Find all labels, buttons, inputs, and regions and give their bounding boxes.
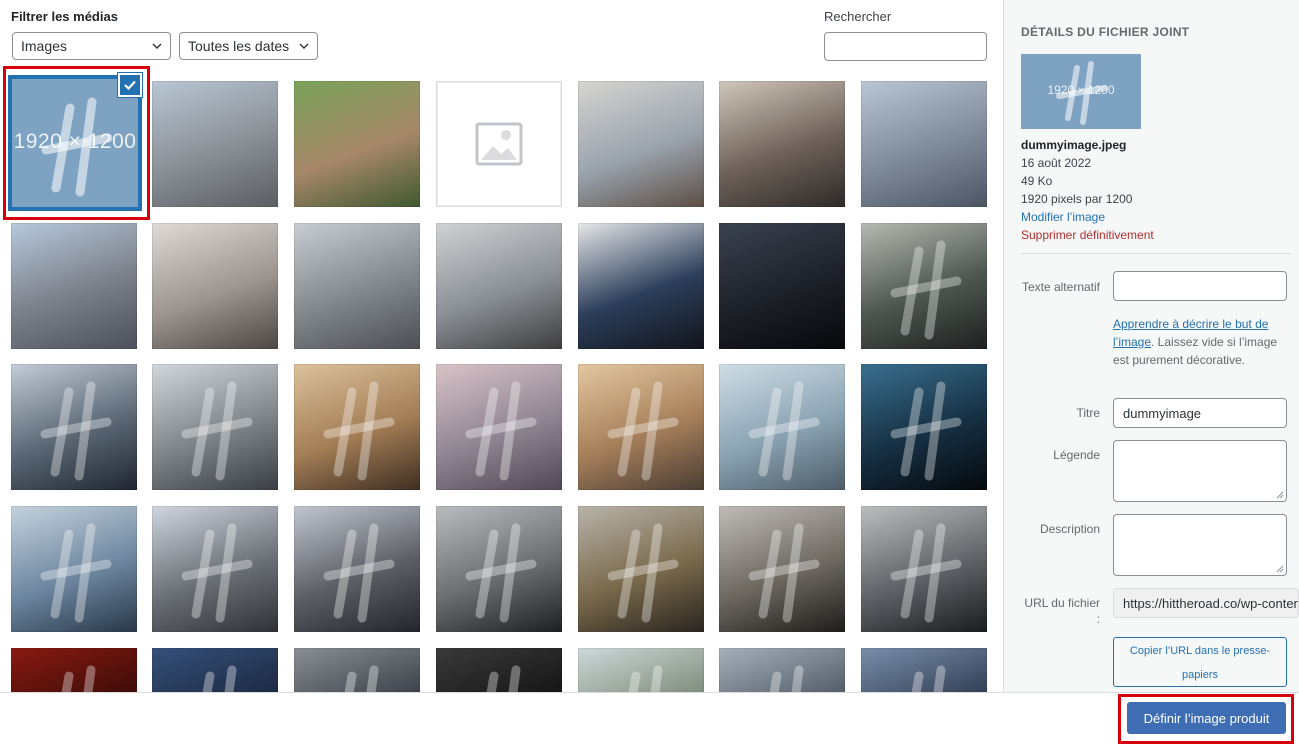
title-label: Titre: [1076, 406, 1100, 420]
date-select[interactable]: Toutes les dates: [179, 32, 318, 60]
watermark-icon: [344, 665, 379, 692]
edit-image-link[interactable]: Modifier l’image: [1021, 208, 1154, 226]
media-type-select[interactable]: Images: [12, 32, 171, 60]
chevron-down-icon: [152, 43, 162, 49]
attachment-thumbnail[interactable]: [11, 223, 137, 349]
resize-handle-icon[interactable]: [1276, 491, 1284, 499]
title-input[interactable]: dummyimage: [1113, 398, 1287, 428]
attachment-thumbnail[interactable]: [11, 506, 137, 632]
attachment-thumbnail[interactable]: [719, 223, 845, 349]
delete-permanently-link[interactable]: Supprimer définitivement: [1021, 226, 1154, 244]
watermark-icon: [748, 523, 820, 623]
file-url-label: URL du fichier :: [1024, 596, 1100, 626]
watermark-icon: [323, 381, 395, 481]
watermark-icon: [40, 381, 112, 481]
watermark-icon: [61, 665, 96, 692]
alt-text-help: Apprendre à décrire le but de l’image. L…: [1113, 315, 1291, 369]
caption-textarea[interactable]: [1113, 440, 1287, 502]
attachment-thumbnail[interactable]: [152, 506, 278, 632]
watermark-icon: [890, 523, 962, 623]
attachment-thumbnail[interactable]: [294, 364, 420, 490]
attachment-thumbnail[interactable]: [436, 81, 562, 207]
watermark-icon: [465, 523, 537, 623]
details-thumbnail-label: 1920 × 1200: [1047, 83, 1115, 97]
copy-url-button[interactable]: Copier l’URL dans le presse-papiers: [1113, 637, 1287, 687]
details-heading: Détails du fichier joint: [1021, 25, 1190, 39]
watermark-icon: [323, 523, 395, 623]
caption-label: Légende: [1053, 448, 1100, 462]
description-textarea[interactable]: [1113, 514, 1287, 576]
file-dimensions: 1920 pixels par 1200: [1021, 192, 1133, 206]
file-url-value: https://hittheroad.co/wp-content/uploads…: [1123, 595, 1299, 611]
watermark-icon: [607, 381, 679, 481]
attachment-thumbnail[interactable]: [152, 223, 278, 349]
attachment-thumbnail[interactable]: [294, 81, 420, 207]
attachment-thumbnail[interactable]: [861, 506, 987, 632]
watermark-icon: [607, 523, 679, 623]
attachment-thumbnail[interactable]: [436, 506, 562, 632]
checkmark-icon[interactable]: [118, 73, 142, 97]
watermark-icon: [769, 665, 804, 692]
alt-text-label: Texte alternatif: [1021, 280, 1100, 294]
attachment-thumbnail[interactable]: [578, 223, 704, 349]
attachment-thumbnail[interactable]: [152, 81, 278, 207]
attachment-details-sidebar: Détails du fichier joint 1920 × 1200 dum…: [1003, 0, 1299, 692]
alt-text-input[interactable]: [1113, 271, 1287, 301]
set-product-image-button[interactable]: Définir l’image produit: [1127, 702, 1286, 734]
attachment-thumbnail[interactable]: [436, 364, 562, 490]
watermark-icon: [748, 381, 820, 481]
watermark-icon: [40, 523, 112, 623]
details-thumbnail: 1920 × 1200: [1021, 54, 1141, 129]
attachment-thumbnail[interactable]: [719, 364, 845, 490]
attachment-thumbnail[interactable]: [578, 81, 704, 207]
description-label: Description: [1039, 522, 1100, 536]
attachment-thumbnail[interactable]: [719, 648, 845, 692]
file-meta: dummyimage.jpeg 16 août 2022 49 Ko 1920 …: [1021, 136, 1154, 244]
date-select-value: Toutes les dates: [188, 38, 290, 54]
attachment-thumbnail[interactable]: [11, 364, 137, 490]
image-placeholder-icon: [475, 122, 523, 166]
watermark-icon: [181, 381, 253, 481]
attachment-thumbnail[interactable]: [861, 648, 987, 692]
attachment-thumbnail[interactable]: [578, 506, 704, 632]
title-input-value: dummyimage: [1123, 405, 1202, 421]
chevron-down-icon: [299, 43, 309, 49]
divider: [1021, 253, 1291, 254]
attachment-thumbnail[interactable]: [152, 364, 278, 490]
resize-handle-icon[interactable]: [1276, 565, 1284, 573]
attachment-thumbnail[interactable]: [861, 223, 987, 349]
attachment-thumbnail[interactable]: [11, 648, 137, 692]
watermark-icon: [465, 381, 537, 481]
watermark-icon: [181, 523, 253, 623]
attachment-thumbnail[interactable]: [436, 223, 562, 349]
search-label: Rechercher: [824, 9, 892, 24]
attachment-thumbnail[interactable]: [861, 364, 987, 490]
watermark-icon: [486, 665, 521, 692]
media-browser: Filtrer les médias Images Toutes les dat…: [0, 0, 1003, 692]
watermark-icon: [628, 665, 663, 692]
upload-date: 16 août 2022: [1021, 156, 1092, 170]
attachment-thumbnail[interactable]: [719, 81, 845, 207]
attachment-thumbnail[interactable]: [294, 223, 420, 349]
watermark-icon: [202, 665, 237, 692]
attachment-thumbnail[interactable]: [578, 364, 704, 490]
attachment-thumbnail[interactable]: [578, 648, 704, 692]
watermark-icon: [890, 381, 962, 481]
attachment-thumbnail[interactable]: [152, 648, 278, 692]
attachment-thumbnail[interactable]: [294, 506, 420, 632]
watermark-icon: [911, 665, 946, 692]
attachment-thumbnail[interactable]: [719, 506, 845, 632]
selected-thumb-label: 1920 × 1200: [13, 130, 137, 153]
file-url-input[interactable]: https://hittheroad.co/wp-content/uploads…: [1113, 588, 1299, 618]
attachment-thumbnail[interactable]: [861, 81, 987, 207]
attachment-thumbnail[interactable]: [294, 648, 420, 692]
media-toolbar: Définir l’image produit: [0, 692, 1299, 747]
watermark-icon: [890, 240, 962, 340]
search-input[interactable]: [824, 32, 987, 61]
file-size: 49 Ko: [1021, 174, 1053, 188]
media-type-select-value: Images: [21, 38, 67, 54]
filter-title: Filtrer les médias: [11, 9, 118, 24]
file-name: dummyimage.jpeg: [1021, 138, 1127, 152]
attachment-thumbnail[interactable]: [436, 648, 562, 692]
